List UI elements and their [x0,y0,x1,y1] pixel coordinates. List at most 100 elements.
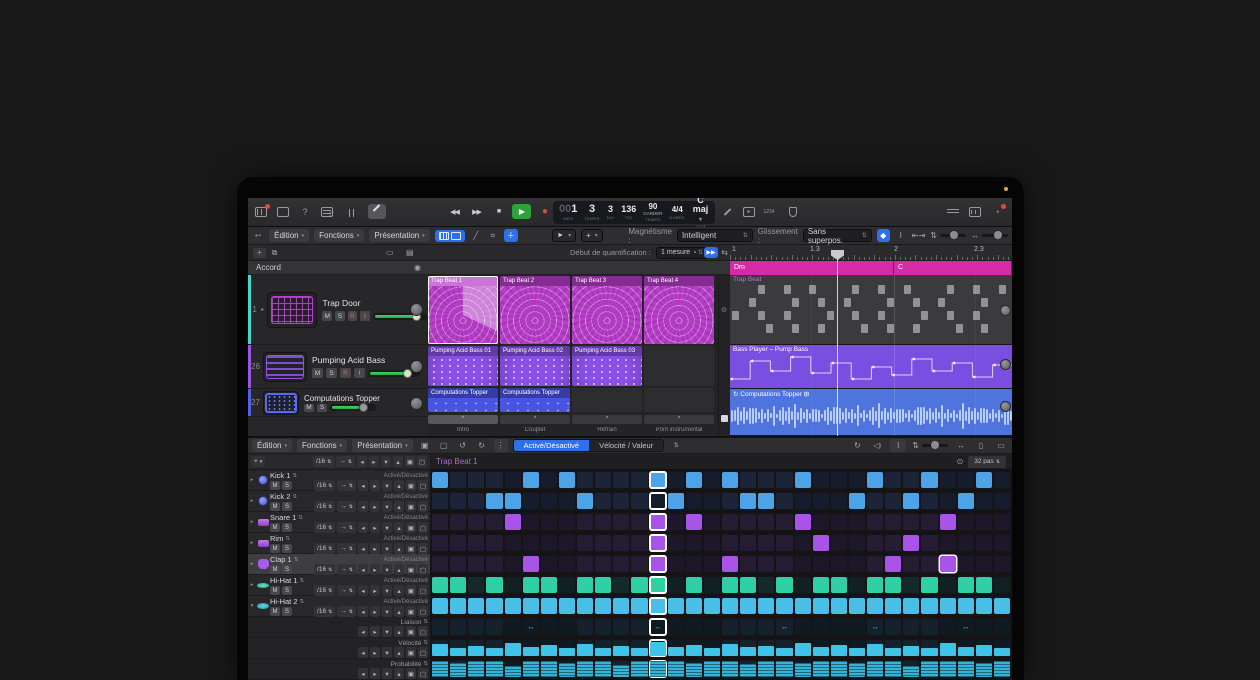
tie-cell[interactable] [595,619,611,635]
pan-knob[interactable] [410,397,423,410]
probability-bar[interactable] [595,661,611,677]
stop-button[interactable]: ■ [490,204,507,219]
step-cell[interactable] [976,556,992,572]
rate-dropdown[interactable]: /16⇅ [314,480,335,491]
step-cell[interactable] [505,556,521,572]
step-cell[interactable] [559,535,575,551]
step-cell[interactable] [976,598,992,614]
probability-bar[interactable] [468,661,484,677]
step-cell[interactable] [813,472,829,488]
record-button[interactable]: ● [536,204,553,219]
velocity-bar[interactable] [849,648,865,656]
step-cell[interactable] [776,535,792,551]
increment-button[interactable]: ▴ [394,501,404,512]
probability-cell[interactable] [994,661,1010,677]
region-trap-beat[interactable]: Trap Beat [730,275,1012,345]
draw-tool-icon[interactable]: ╱ [470,229,482,242]
step-cell[interactable] [903,472,919,488]
probability-bar[interactable] [740,664,756,677]
step-cell[interactable] [559,514,575,530]
step-cell[interactable] [921,577,937,593]
rotate-right-icon[interactable]: ↻ [475,439,489,452]
step-cell[interactable] [758,598,774,614]
step-cell[interactable] [595,556,611,572]
probability-cell[interactable] [595,661,611,677]
step-cell[interactable] [921,556,937,572]
increment-button[interactable]: ▴ [394,480,404,491]
step-cell[interactable] [613,472,629,488]
probability-bar[interactable] [831,661,847,677]
mute-button[interactable]: M [304,404,314,412]
tie-cell[interactable] [921,619,937,635]
chord-power-icon[interactable]: ◉ [414,264,421,272]
step-cell[interactable] [885,493,901,509]
velocity-bar[interactable] [613,646,629,656]
velocity-cell[interactable] [505,640,521,656]
decrement-button[interactable]: ▾ [381,456,391,467]
rotate-left-button[interactable]: ◂ [358,564,368,575]
velocity-cell[interactable] [595,640,611,656]
step-cell[interactable] [631,577,647,593]
velocity-bar[interactable] [758,646,774,656]
decrement-button[interactable]: ▾ [382,668,392,679]
probability-cell[interactable] [631,661,647,677]
velocity-bar[interactable] [795,643,811,656]
rotate-right-button[interactable]: ▸ [370,647,380,658]
step-cell[interactable] [486,535,502,551]
velocity-bar[interactable] [650,642,666,656]
small-window-icon[interactable]: ▯ [974,439,988,452]
velocity-cell[interactable] [795,640,811,656]
step-cell[interactable] [704,472,720,488]
rate-dropdown[interactable]: /16⇅ [313,456,334,467]
velocity-bar[interactable] [432,644,448,656]
probability-bar[interactable] [994,661,1010,677]
velocity-cell[interactable] [976,640,992,656]
step-cell[interactable] [813,493,829,509]
quantize-dropdown[interactable]: 1 mesure⇅ [656,247,708,259]
rotate-left-icon[interactable]: ↺ [456,439,470,452]
step-cell[interactable] [613,556,629,572]
step-cell[interactable] [867,535,883,551]
step-cell[interactable] [994,556,1010,572]
mode-active-button[interactable]: Activé/Désactivé [514,440,589,451]
step-cell[interactable] [740,535,756,551]
probability-cell[interactable] [432,661,448,677]
step-cell[interactable] [686,556,702,572]
velocity-bar[interactable] [994,648,1010,656]
velocity-cell[interactable] [541,640,557,656]
step-cell[interactable] [595,577,611,593]
tie-cell[interactable] [668,619,684,635]
step-cell[interactable] [885,577,901,593]
row-mute-button[interactable]: M [270,586,280,595]
step-cell[interactable] [867,493,883,509]
region-bass-player[interactable]: Bass Player – Pump Bass [730,345,1012,389]
step-cell[interactable] [631,514,647,530]
seq-menu-fonctions[interactable]: Fonctions▾ [297,439,347,452]
rotate-right-button[interactable]: ▸ [370,585,380,596]
step-cell[interactable] [831,556,847,572]
tie-cell[interactable] [541,619,557,635]
velocity-bar[interactable] [595,648,611,656]
velocity-bar[interactable] [867,644,883,656]
step-cell[interactable] [613,493,629,509]
step-cell[interactable] [468,493,484,509]
seq-hzoom-icon[interactable]: ↔ [954,439,968,452]
step-cell[interactable] [559,556,575,572]
probability-cell[interactable] [668,661,684,677]
seq-track-name[interactable]: Clap 1 [270,555,292,564]
seq-track-row-snare-1[interactable]: ▸Snare 1⇅Activé/DésactivéMS/16⇅→⇅◂▸▾▴▣▢ [248,512,430,533]
row-mute-button[interactable]: M [270,565,280,574]
step-cell[interactable] [595,472,611,488]
randomize-row-button[interactable]: ▢ [418,480,428,491]
step-cell[interactable] [921,472,937,488]
chord-track-row[interactable]: Accord ◉ [248,261,730,275]
grid-arrange-divider[interactable]: ⊙ [718,275,730,436]
region-computations-topper[interactable]: ↻ Computations Topper ⊞ [730,389,1012,436]
pointer-tool-dropdown[interactable]: ►▾ [552,229,576,242]
step-cell[interactable] [577,514,593,530]
display-icon[interactable] [276,206,290,218]
velocity-bar[interactable] [668,647,684,656]
rotate-right-button[interactable]: ▸ [370,606,380,617]
step-cell[interactable] [468,598,484,614]
probability-bar[interactable] [505,666,521,677]
